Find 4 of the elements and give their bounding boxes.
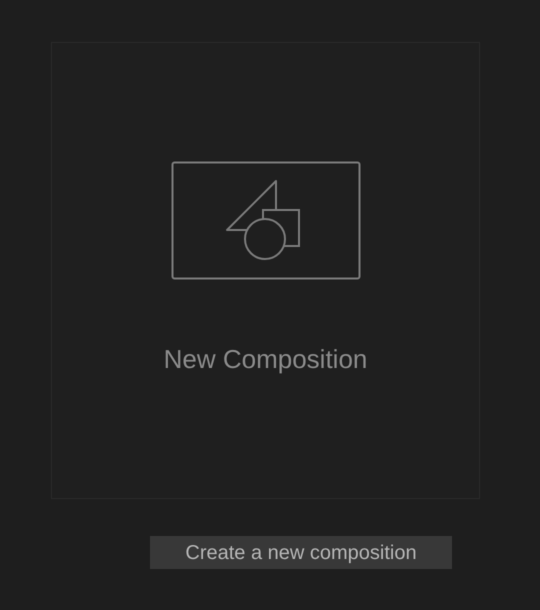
- tooltip: Create a new composition: [150, 536, 452, 569]
- card-label: New Composition: [164, 343, 368, 375]
- composition-icon: [170, 161, 360, 280]
- new-composition-card[interactable]: New Composition: [51, 42, 480, 499]
